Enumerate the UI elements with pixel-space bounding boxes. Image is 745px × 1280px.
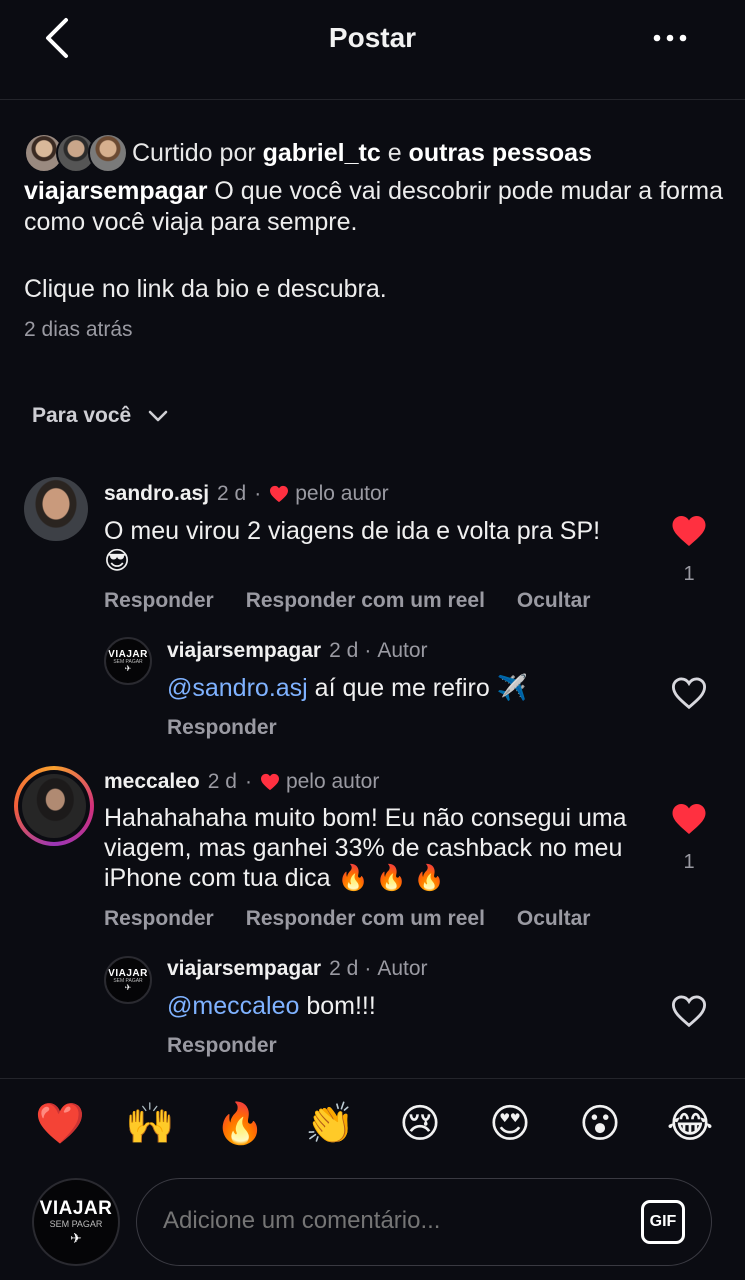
- hide-button[interactable]: Ocultar: [517, 907, 591, 931]
- current-user-avatar[interactable]: VIAJAR SEM PAGAR ✈: [32, 1178, 120, 1266]
- comment-sort-dropdown[interactable]: Para você: [32, 404, 169, 428]
- meta-separator: ·: [254, 482, 262, 505]
- reaction-clap[interactable]: 👏: [300, 1097, 360, 1151]
- liked-by-author-heart-icon: [270, 485, 289, 503]
- reaction-surprised[interactable]: 😮: [570, 1097, 630, 1151]
- liked-by-others[interactable]: outras pessoas: [409, 139, 592, 167]
- reply-time: 2 d: [329, 639, 359, 662]
- reply-text: @sandro.asj aí que me refiro ✈️: [167, 674, 528, 702]
- composer-divider: [0, 1078, 745, 1079]
- comment-username[interactable]: sandro.asj: [104, 482, 209, 506]
- meta-separator: ·: [244, 770, 252, 793]
- mention-link[interactable]: @sandro.asj: [167, 674, 308, 702]
- comment-meta: meccaleo 2 d · pelo autor: [104, 770, 379, 794]
- post-caption: viajarsempagar O que você vai descobrir …: [24, 176, 724, 238]
- reply-time: 2 d: [329, 957, 359, 980]
- reply-text: @meccaleo bom!!!: [167, 992, 376, 1020]
- reply-button[interactable]: Responder: [104, 907, 214, 931]
- liked-by-author-heart-icon: [260, 773, 279, 791]
- liker-avatar: [88, 133, 128, 173]
- quick-reactions-bar: ❤️ 🙌 🔥 👏 😢 😍 😮 😂: [30, 1097, 720, 1151]
- liked-by-author-label: pelo autor: [285, 770, 380, 793]
- comment-like-count: 1: [683, 851, 695, 873]
- comment-meta: sandro.asj 2 d · pelo autor: [104, 482, 389, 506]
- gif-button[interactable]: GIF: [641, 1200, 685, 1244]
- hide-button[interactable]: Ocultar: [517, 589, 591, 613]
- comment-sort-label: Para você: [32, 404, 132, 427]
- reply-meta: viajarsempagar 2 d · Autor: [167, 957, 428, 981]
- more-options-icon[interactable]: [650, 24, 690, 52]
- reaction-laughing[interactable]: 😂: [660, 1097, 720, 1151]
- author-label: Autor: [377, 639, 428, 662]
- comment-actions: Responder Responder com um reel Ocultar: [104, 589, 590, 613]
- like-comment-button[interactable]: [671, 802, 707, 836]
- comment-time: 2 d: [207, 770, 237, 793]
- post-timestamp: 2 dias atrás: [24, 318, 133, 341]
- liked-by-text: Curtido por gabriel_tc e outras pessoas: [132, 138, 592, 167]
- comment-like-count: 1: [683, 563, 695, 585]
- avatar-story-ring[interactable]: [14, 766, 94, 846]
- reply-with-reel-button[interactable]: Responder com um reel: [246, 589, 485, 613]
- comment-composer: GIF: [136, 1178, 712, 1266]
- sunglasses-emoji: 😎: [104, 547, 131, 575]
- top-bar: Postar: [0, 0, 745, 100]
- comment-actions: Responder Responder com um reel Ocultar: [104, 907, 590, 931]
- reply-username[interactable]: viajarsempagar: [167, 957, 321, 981]
- meta-separator: ·: [364, 639, 372, 662]
- liked-by-avatars: [24, 132, 130, 174]
- liked-by-row[interactable]: Curtido por gabriel_tc e outras pessoas: [24, 132, 592, 174]
- caption-second-line: Clique no link da bio e descubra.: [24, 275, 387, 303]
- caption-username[interactable]: viajarsempagar: [24, 177, 207, 205]
- like-comment-button[interactable]: [671, 514, 707, 548]
- reply-with-reel-button[interactable]: Responder com um reel: [246, 907, 485, 931]
- like-reply-button[interactable]: [671, 676, 707, 710]
- liked-by-user[interactable]: gabriel_tc: [263, 139, 381, 167]
- reaction-fire[interactable]: 🔥: [210, 1097, 270, 1151]
- comment-username[interactable]: meccaleo: [104, 770, 200, 794]
- mention-link[interactable]: @meccaleo: [167, 992, 299, 1020]
- liked-by-author-label: pelo autor: [295, 482, 389, 505]
- reply-button[interactable]: Responder: [167, 1034, 277, 1058]
- reaction-heart[interactable]: ❤️: [30, 1097, 90, 1151]
- comment-text: O meu virou 2 viagens de ida e volta pra…: [104, 517, 601, 575]
- author-avatar[interactable]: VIAJAR SEM PAGAR ✈: [104, 637, 152, 685]
- reply-actions: Responder: [167, 1034, 277, 1058]
- reply-button[interactable]: Responder: [167, 716, 277, 740]
- avatar: [22, 774, 86, 838]
- chevron-down-icon: [148, 410, 168, 422]
- reaction-heart-eyes[interactable]: 😍: [480, 1097, 540, 1151]
- avatar[interactable]: [24, 477, 88, 541]
- author-label: Autor: [377, 957, 428, 980]
- like-reply-button[interactable]: [671, 994, 707, 1028]
- comment-input[interactable]: [163, 1207, 633, 1235]
- page-title: Postar: [328, 22, 417, 53]
- meta-separator: ·: [364, 957, 372, 980]
- reply-meta: viajarsempagar 2 d · Autor: [167, 639, 428, 663]
- reaction-crying[interactable]: 😢: [390, 1097, 450, 1151]
- reply-username[interactable]: viajarsempagar: [167, 639, 321, 663]
- reaction-raised-hands[interactable]: 🙌: [120, 1097, 180, 1151]
- reply-button[interactable]: Responder: [104, 589, 214, 613]
- reply-actions: Responder: [167, 716, 277, 740]
- comment-text: Hahahahaha muito bom! Eu não consegui um…: [104, 804, 627, 892]
- comment-time: 2 d: [217, 482, 247, 505]
- author-avatar[interactable]: VIAJAR SEM PAGAR ✈: [104, 956, 152, 1004]
